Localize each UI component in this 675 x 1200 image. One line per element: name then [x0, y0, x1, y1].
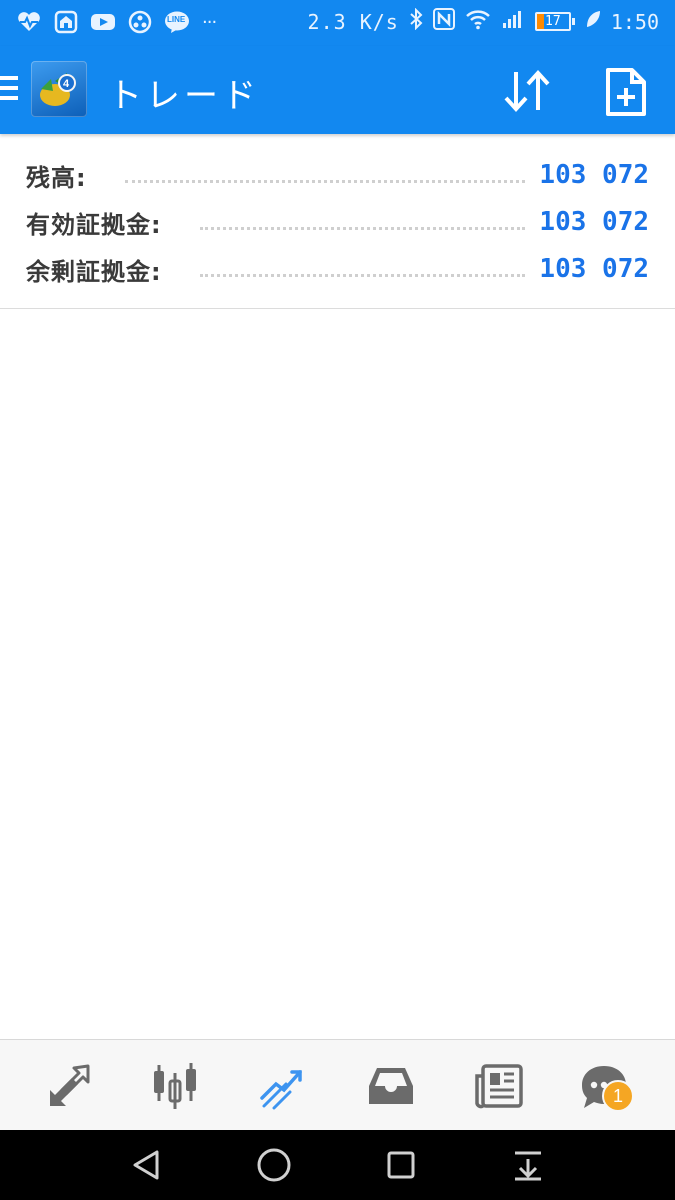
home-icon[interactable] — [256, 1147, 292, 1183]
dots-app-icon — [128, 10, 152, 34]
equity-row: 有効証拠金: 103 072 — [26, 202, 649, 242]
tab-messages[interactable]: 1 — [570, 1058, 638, 1114]
dotted-leader — [199, 226, 526, 230]
tab-quotes[interactable] — [38, 1058, 98, 1114]
status-bar: LINE ··· 2.3 K/s 17 1:50 — [0, 0, 675, 46]
dotted-leader — [199, 273, 526, 277]
youtube-icon — [90, 12, 116, 32]
notification-pull-icon[interactable] — [510, 1147, 546, 1183]
home-app-icon — [54, 10, 78, 34]
hamburger-icon[interactable] — [0, 76, 20, 104]
clock: 1:50 — [610, 9, 659, 34]
free-margin-row: 余剰証拠金: 103 072 — [26, 249, 649, 289]
network-speed: 2.3 K/s — [307, 9, 399, 34]
nfc-icon — [432, 8, 455, 35]
back-icon[interactable] — [128, 1147, 164, 1183]
free-margin-label: 余剰証拠金: — [26, 257, 162, 286]
new-order-icon[interactable] — [604, 66, 648, 118]
inbox-tray-icon — [369, 1068, 413, 1104]
svg-text:4: 4 — [63, 78, 70, 90]
equity-label: 有効証拠金: — [26, 210, 162, 239]
tab-history[interactable] — [361, 1058, 421, 1114]
bluetooth-icon — [409, 7, 423, 35]
system-status: 2.3 K/s 17 1:50 — [307, 7, 659, 35]
signal-icon — [501, 8, 525, 35]
sort-icon[interactable] — [500, 66, 556, 116]
wifi-icon — [465, 8, 491, 35]
free-margin-value: 103 072 — [539, 254, 649, 284]
page-title: トレード — [108, 76, 260, 116]
line-icon: LINE — [164, 10, 190, 34]
balance-value: 103 072 — [539, 160, 649, 190]
equity-value: 103 072 — [539, 207, 649, 237]
account-summary: 残高: 103 072 有効証拠金: 103 072 余剰証拠金: 103 07… — [0, 134, 675, 309]
balance-label: 残高: — [26, 163, 87, 192]
trade-lines-icon — [260, 1070, 302, 1110]
tab-chart[interactable] — [145, 1058, 205, 1114]
app-bar: 4 トレード — [0, 46, 675, 134]
more-notifications-icon: ··· — [202, 11, 217, 33]
unread-badge: 1 — [602, 1080, 634, 1112]
tab-news[interactable] — [469, 1058, 529, 1114]
balance-row: 残高: 103 072 — [26, 155, 649, 195]
dotted-leader — [124, 179, 526, 183]
recents-icon[interactable] — [383, 1147, 419, 1183]
battery-level: 17 — [545, 14, 561, 29]
leaf-icon — [585, 9, 601, 34]
metatrader4-logo[interactable]: 4 — [31, 61, 87, 117]
candlestick-icon — [154, 1063, 196, 1109]
tab-trade[interactable] — [252, 1058, 312, 1114]
system-navigation-bar — [0, 1130, 675, 1200]
newspaper-icon — [475, 1064, 523, 1109]
heart-rate-icon — [16, 11, 42, 33]
quotes-arrows-icon — [50, 1064, 90, 1106]
bottom-navigation: 1 — [0, 1039, 675, 1131]
notification-icons: LINE ··· — [16, 10, 217, 34]
battery-icon: 17 — [534, 12, 575, 31]
